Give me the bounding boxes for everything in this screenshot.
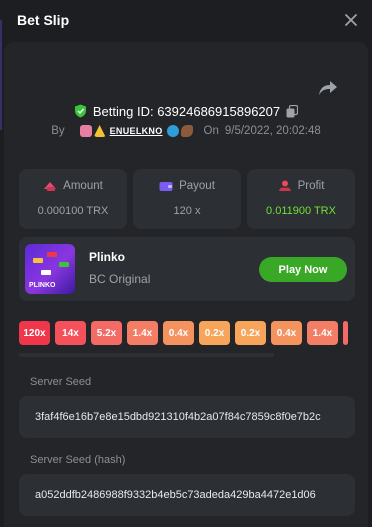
multiplier-chip: 1.4x	[127, 321, 158, 345]
server-seed-hash-input[interactable]	[19, 474, 355, 516]
bettor-row: By ENUELKNO On 9/5/2022, 20:02:48	[0, 122, 372, 140]
profit-card: Profit 0.011900 TRX	[247, 169, 355, 229]
betting-id: Betting ID: 63924686915896207	[92, 103, 281, 119]
plinko-thumbnail[interactable]: PLINKO	[25, 244, 75, 294]
amount-label: Amount	[63, 180, 103, 192]
chip-shape	[59, 262, 69, 267]
betting-id-row: Betting ID: 63924686915896207	[0, 102, 372, 120]
multiplier-chip: 0.4x	[163, 321, 194, 345]
dialog-title: Bet Slip	[17, 12, 70, 28]
profit-icon	[278, 180, 292, 192]
multiplier-chip-partial	[343, 321, 348, 345]
server-seed-label: Server Seed	[30, 376, 92, 388]
payout-card: Payout 120 x	[133, 169, 241, 229]
game-name: Plinko	[89, 250, 126, 264]
payout-icon	[159, 180, 173, 192]
payout-label: Payout	[179, 180, 215, 192]
thumbnail-text: PLINKO	[29, 282, 56, 289]
multiplier-chip: 14x	[55, 321, 86, 345]
multiplier-chip: 5.2x	[91, 321, 122, 345]
amount-card: Amount 0.000100 TRX	[19, 169, 127, 229]
username-link[interactable]: ENUELKNO	[110, 126, 163, 136]
game-subtitle: BC Original	[89, 272, 151, 286]
server-seed-input[interactable]	[19, 396, 355, 438]
play-now-button[interactable]: Play Now	[259, 257, 347, 282]
multiplier-row[interactable]: 120x 14x 5.2x 1.4x 0.4x 0.2x 0.2x 0.4x 1.4x	[19, 318, 359, 348]
chip-shape	[47, 252, 57, 257]
game-card: PLINKO Plinko BC Original Play Now	[19, 237, 355, 301]
copy-icon[interactable]	[286, 104, 299, 118]
chip-shape	[33, 258, 43, 263]
multiplier-chip: 0.2x	[235, 321, 266, 345]
share-icon[interactable]	[318, 80, 338, 96]
bet-datetime: 9/5/2022, 20:02:48	[224, 125, 321, 137]
title-bar: Bet Slip	[0, 0, 372, 42]
by-label: By	[51, 125, 65, 137]
multiplier-chip: 0.2x	[199, 321, 230, 345]
server-seed-field[interactable]	[19, 396, 355, 438]
user-emoji-icon	[93, 125, 106, 137]
multiplier-chip: 1.4x	[307, 321, 338, 345]
multiplier-chip: 120x	[19, 321, 50, 345]
server-seed-hash-label: Server Seed (hash)	[30, 454, 126, 466]
user-emoji-icon	[166, 125, 179, 137]
user-emoji-icon	[79, 125, 92, 137]
payout-value: 120 x	[173, 205, 201, 217]
chip-shape	[41, 270, 51, 275]
horizontal-scrollbar[interactable]	[19, 353, 274, 357]
profit-value: 0.011900 TRX	[266, 205, 336, 217]
amount-icon	[43, 180, 57, 192]
on-label: On	[203, 125, 219, 137]
shield-icon	[74, 104, 87, 118]
football-icon	[180, 125, 193, 137]
close-icon[interactable]	[344, 13, 358, 27]
profit-label: Profit	[297, 180, 325, 192]
multiplier-chip: 0.4x	[271, 321, 302, 345]
amount-value: 0.000100 TRX	[37, 205, 109, 217]
server-seed-hash-field[interactable]	[19, 474, 355, 516]
